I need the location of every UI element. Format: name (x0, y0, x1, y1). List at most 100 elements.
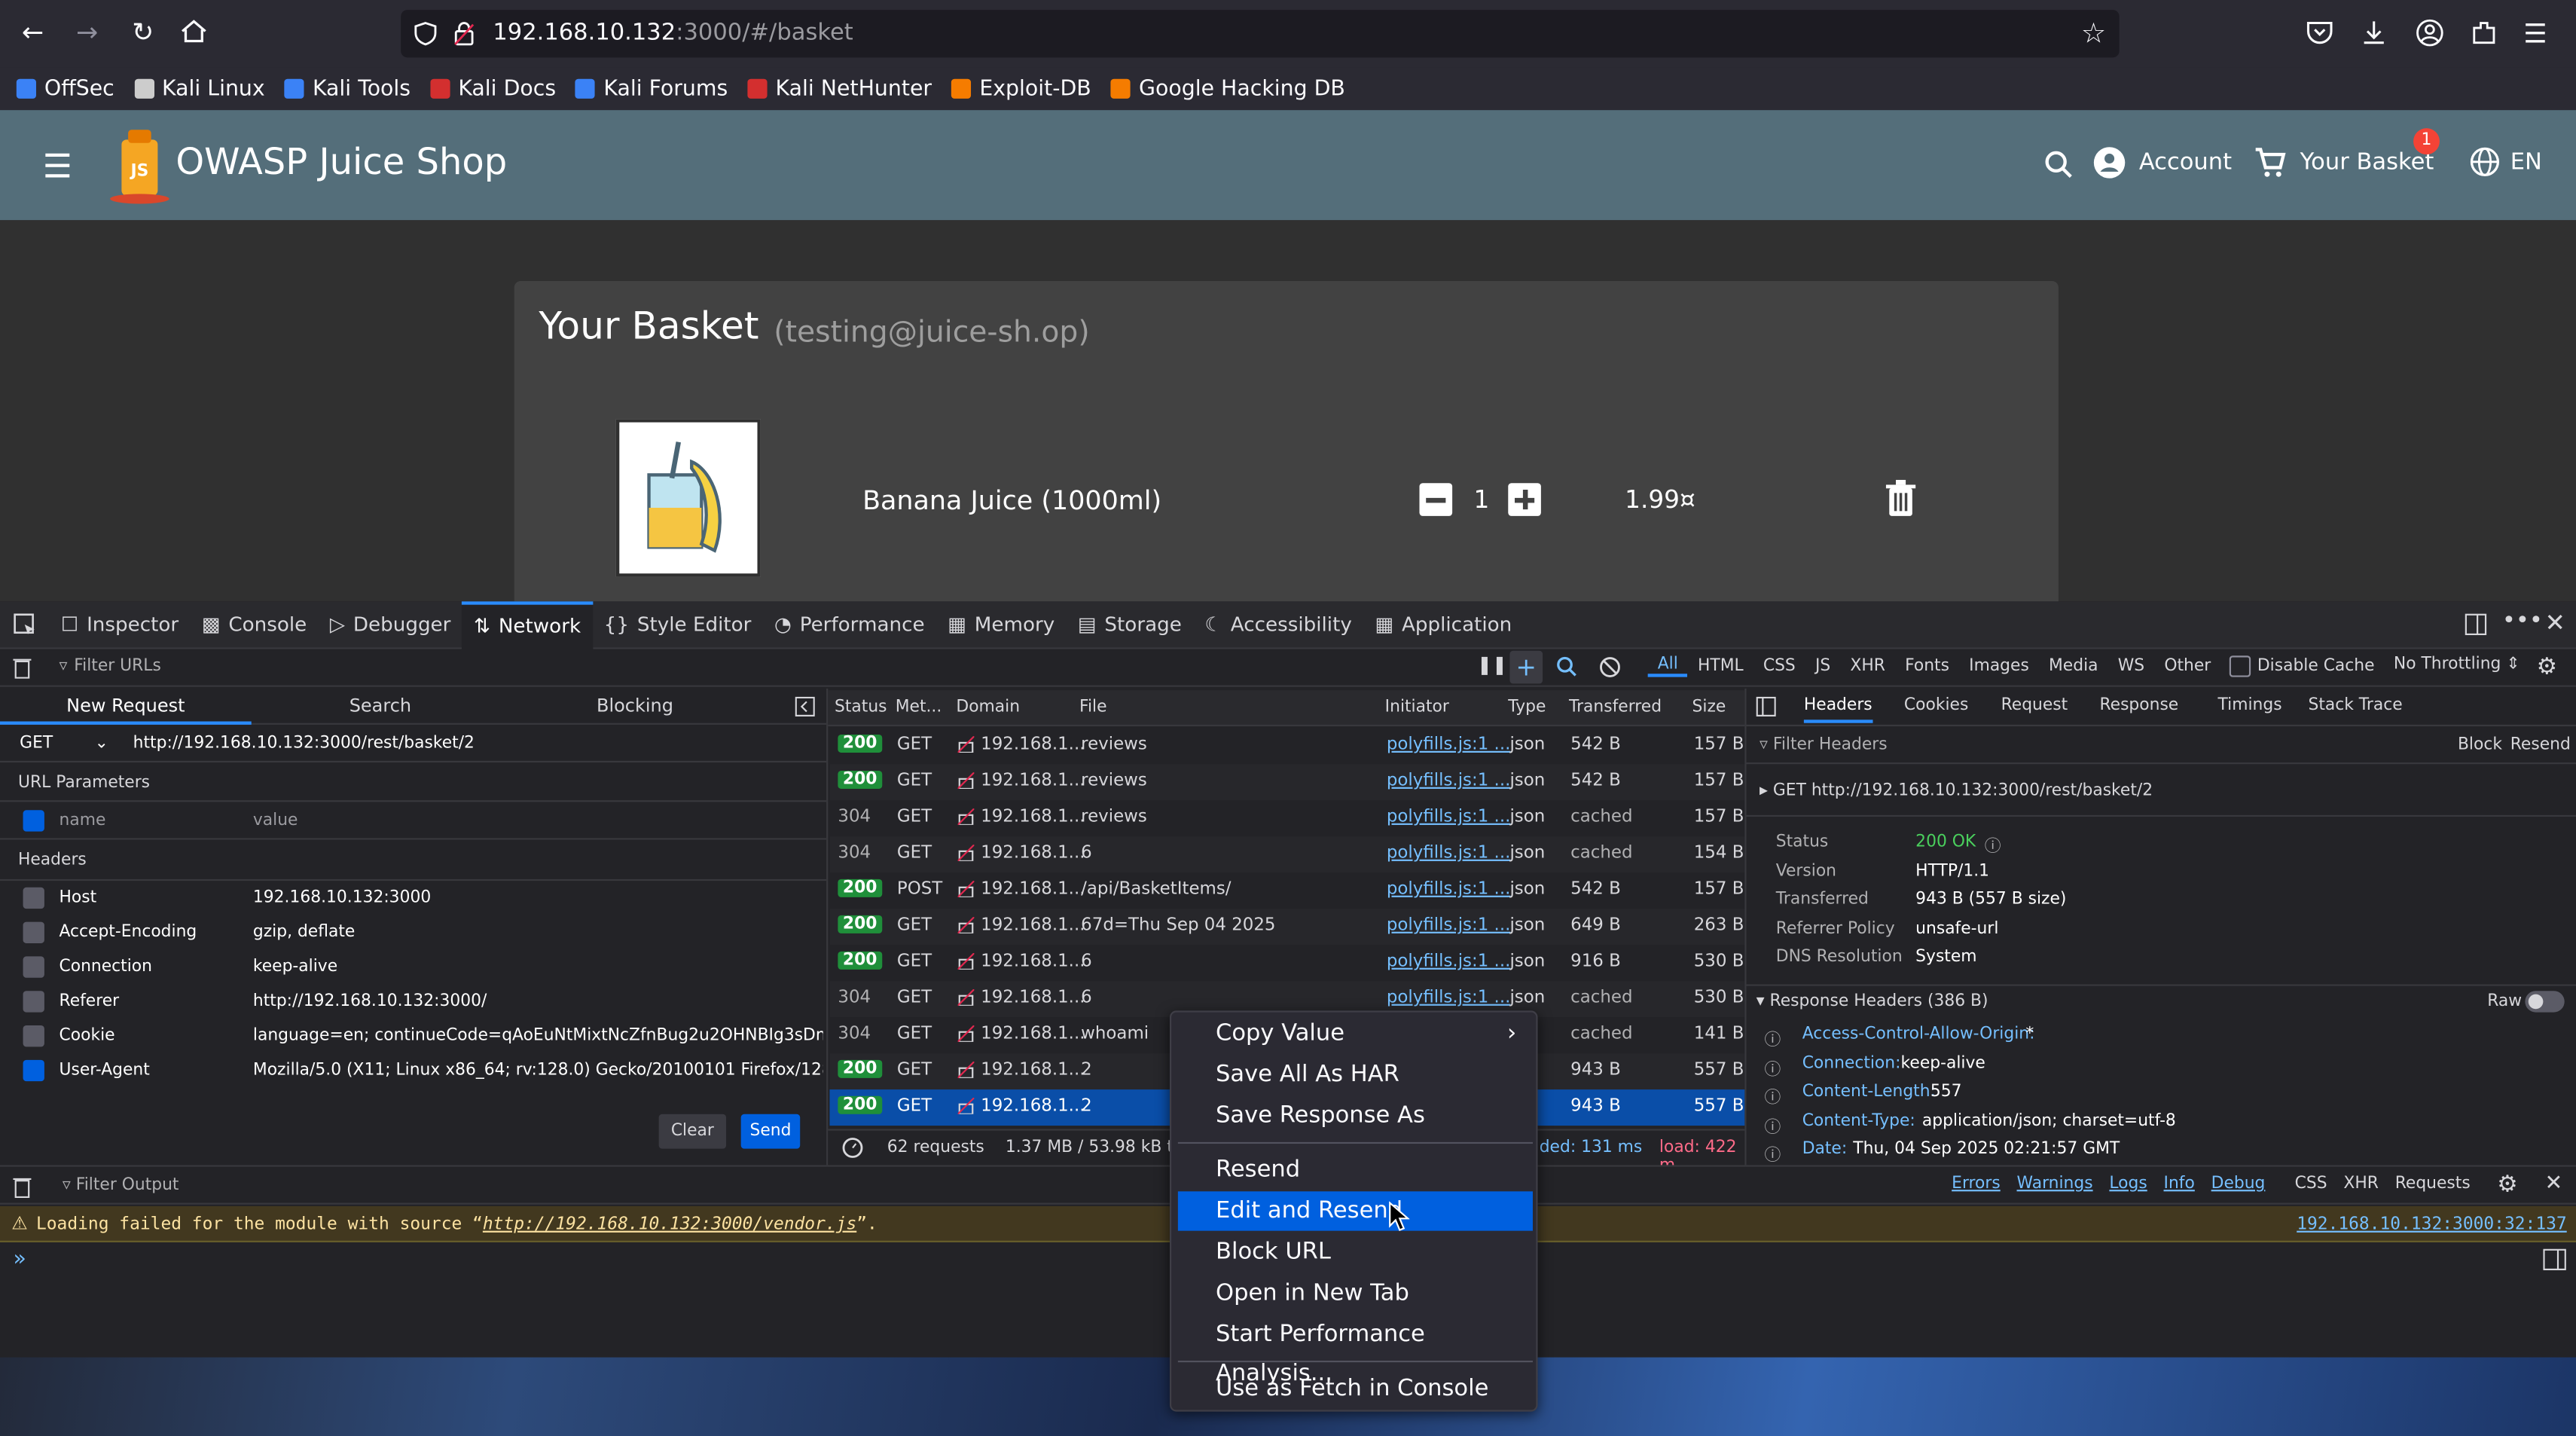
devtools-tab-style-editor[interactable]: {} Style Editor (592, 600, 762, 648)
request-row[interactable]: 200 GET 192.168.1... 6 polyfills.js:1 ... jso… (829, 945, 1744, 981)
param-value-input[interactable]: value (253, 811, 298, 830)
devtools-tab-inspector[interactable]: ☐ Inspector (49, 600, 190, 648)
filter-urls-input[interactable]: ▿ Filter URLs (60, 657, 161, 675)
console-settings-gear-icon[interactable]: ⚙ (2497, 1172, 2517, 1198)
console-message-link[interactable]: http://192.168.10.132:3000/vendor.js (483, 1214, 856, 1234)
request-row[interactable]: 200 GET 192.168.1... reviews polyfills.js:1 … (829, 764, 1745, 801)
clear-button[interactable]: Clear (658, 1114, 727, 1149)
bookmark-item[interactable]: Google Hacking DB (1110, 76, 1345, 101)
header-value[interactable]: Mozilla/5.0 (X11; Linux x86_64; rv:128.0… (253, 1062, 823, 1080)
request-row[interactable]: 304 GET 192.168.1... 6 polyfills.js:1 ... jso… (829, 836, 1745, 873)
type-filter-fonts[interactable]: Fonts (1895, 657, 1959, 675)
request-row[interactable]: 200 POST 192.168.1.../api/BasketItems/poly… (829, 872, 1744, 909)
help-icon[interactable]: ⓘ (1765, 1112, 1781, 1136)
detail-field-value[interactable]: HTTP/1.1 (1915, 862, 1989, 880)
detail-tab-request[interactable]: Request (2001, 697, 2068, 715)
devtools-tab-performance[interactable]: ◔ Performance (763, 600, 936, 648)
header-value[interactable]: language=en; continueCode=qAoEuNtMixtNcZ… (253, 1027, 823, 1045)
header-name[interactable]: Cookie (60, 1027, 115, 1045)
block-button[interactable]: Block (2458, 736, 2502, 754)
filter-output-input[interactable]: ▿ Filter Output (63, 1177, 179, 1195)
detail-tab-stack-trace[interactable]: Stack Trace (2308, 697, 2402, 715)
header-checkbox[interactable] (23, 991, 44, 1013)
console-filter-errors[interactable]: Errors (1943, 1175, 2008, 1193)
header-checkbox[interactable] (23, 956, 44, 978)
detail-field-value[interactable]: unsafe-url (1915, 919, 1998, 937)
menu-item-resend[interactable]: Resend (1178, 1150, 1533, 1190)
console-filter-requests[interactable]: Requests (2387, 1175, 2479, 1193)
header-checkbox[interactable] (23, 1025, 44, 1047)
address-bar[interactable]: 192.168.10.132:3000/#/basket ☆ (401, 10, 2120, 58)
type-filter-ws[interactable]: WS (2108, 657, 2155, 675)
request-row[interactable]: 200 GET 192.168.1... reviews polyfills.js:1 … (829, 728, 1744, 764)
type-filter-js[interactable]: JS (1805, 657, 1840, 675)
header-value[interactable]: gzip, deflate (253, 924, 823, 942)
account-icon[interactable] (2415, 18, 2444, 47)
response-header-value[interactable]: application/json; charset=utf-8 (1922, 1112, 2176, 1130)
help-icon[interactable]: ⓘ (1765, 1054, 1781, 1079)
header-name[interactable]: Connection (60, 958, 152, 976)
help-icon[interactable]: ⓘ (1765, 1025, 1781, 1050)
header-checkbox[interactable] (23, 1059, 44, 1082)
request-row[interactable]: 200 GET 192.168.1... 67d=Thu Sep 04 2025 pol… (829, 909, 1745, 946)
menu-item-copy-value[interactable]: Copy Value › (1178, 1014, 1533, 1053)
search-requests-icon[interactable] (1556, 655, 1577, 677)
sidenav-menu-icon[interactable]: ☰ (43, 146, 72, 185)
send-button[interactable]: Send (740, 1114, 801, 1149)
console-filter-info[interactable]: Info (2156, 1175, 2203, 1193)
help-icon[interactable]: ⓘ (1985, 832, 2001, 856)
raw-toggle[interactable] (2525, 991, 2565, 1013)
tab-blocking[interactable]: Blocking (509, 689, 761, 725)
menu-item-save-all-as-har[interactable]: Save All As HAR (1178, 1055, 1533, 1094)
console-filter-warnings[interactable]: Warnings (2009, 1175, 2101, 1193)
app-title[interactable]: OWASP Juice Shop (175, 143, 507, 185)
decrease-quantity-button[interactable] (1419, 483, 1453, 516)
bookmark-item[interactable]: Kali Forums (575, 76, 728, 101)
account-button[interactable]: Account (2093, 146, 2232, 179)
detail-tab-headers[interactable]: Headers (1803, 697, 1872, 723)
bookmark-item[interactable]: Kali Linux (133, 76, 265, 101)
disable-cache-checkbox[interactable]: Disable Cache (2229, 655, 2375, 677)
devtools-tab-debugger[interactable]: ▷ Debugger (319, 600, 462, 648)
header-value[interactable]: 192.168.10.132:3000 (253, 889, 823, 907)
clear-console-trash-icon[interactable] (11, 1175, 32, 1199)
forward-icon[interactable]: → (71, 17, 104, 50)
menu-icon[interactable]: ☰ (2523, 18, 2547, 49)
collapse-panel-icon[interactable] (795, 696, 815, 716)
type-filter-other[interactable]: Other (2154, 657, 2220, 675)
param-name-input[interactable]: name (60, 811, 106, 830)
close-devtools-icon[interactable]: ✕ (2545, 608, 2565, 637)
resend-button[interactable]: Resend (2510, 736, 2571, 754)
devtools-tab-application[interactable]: ▦ Application (1363, 600, 1523, 648)
bookmark-item[interactable]: OffSec (16, 76, 114, 101)
url-text[interactable]: 192.168.10.132:3000/#/basket (493, 20, 853, 46)
checkbox[interactable] (2229, 655, 2251, 677)
method-select[interactable]: GET ⌄ (20, 735, 108, 753)
bookmark-item[interactable]: Exploit-DB (951, 76, 1091, 101)
reload-icon[interactable]: ↻ (127, 17, 160, 50)
detail-tab-response[interactable]: Response (2099, 697, 2178, 715)
column-header[interactable]: Domain (956, 698, 1020, 716)
juice-shop-logo[interactable]: JS (105, 127, 175, 206)
block-icon[interactable] (1598, 655, 1622, 679)
trash-icon[interactable] (11, 655, 32, 679)
param-checkbox[interactable] (23, 810, 44, 832)
more-options-icon[interactable]: ••• (2502, 608, 2543, 634)
lock-icon[interactable] (453, 21, 475, 46)
response-header-value[interactable]: keep-alive (1901, 1054, 1985, 1072)
devtools-tab-accessibility[interactable]: ☾ Accessibility (1193, 600, 1363, 648)
bookmark-item[interactable]: Kali Tools (284, 76, 411, 101)
type-filter-media[interactable]: Media (2039, 657, 2108, 675)
response-header-value[interactable]: Thu, 04 Sep 2025 02:21:57 GMT (1853, 1141, 2120, 1159)
header-name[interactable]: Accept-Encoding (60, 924, 197, 942)
menu-item-start-performance-analysis[interactable]: Start Performance Analysis... (1178, 1315, 1533, 1387)
delete-icon[interactable] (1885, 479, 1918, 518)
console-filter-debug[interactable]: Debug (2203, 1175, 2274, 1193)
dock-icon[interactable] (2465, 613, 2488, 637)
column-header[interactable]: Type (1508, 698, 1546, 716)
column-header[interactable]: Size (1692, 698, 1726, 716)
shield-icon[interactable] (414, 21, 438, 46)
extensions-icon[interactable] (2469, 18, 2498, 47)
detail-tab-timings[interactable]: Timings (2218, 697, 2282, 715)
editor-mode-icon[interactable] (2543, 1248, 2566, 1271)
